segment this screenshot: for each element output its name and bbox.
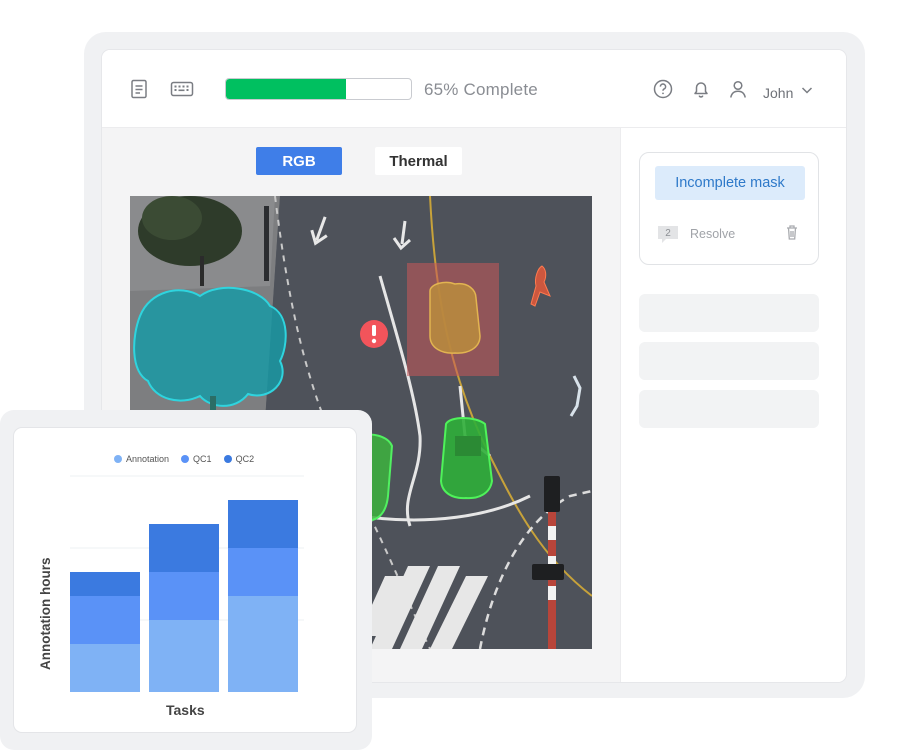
x-axis-label: Tasks	[166, 702, 205, 718]
comment-count-icon: 2	[658, 226, 678, 243]
chart-plot	[70, 475, 304, 692]
bar-segment-qc2	[70, 572, 140, 596]
progress-label: 65% Complete	[424, 80, 538, 99]
bar-segment-qc1	[228, 548, 298, 596]
bell-icon[interactable]	[690, 78, 712, 100]
document-icon[interactable]	[128, 78, 150, 100]
bar-segment-qc1	[149, 572, 219, 620]
placeholder-row	[639, 294, 819, 332]
comment-count: 2	[665, 228, 671, 239]
tab-rgb[interactable]: RGB	[256, 147, 342, 175]
placeholder-row	[639, 390, 819, 428]
comment-card[interactable]: Incomplete mask 2 Resolve	[639, 152, 819, 265]
bar-segment-annotation	[149, 620, 219, 692]
placeholder-row	[639, 342, 819, 380]
bar-segment-qc2	[149, 524, 219, 572]
annotation-hours-chart: Annotation QC1 QC2 Annotation hours Task…	[14, 428, 356, 732]
bar-segment-qc2	[228, 500, 298, 548]
y-axis-label: Annotation hours	[38, 557, 53, 670]
help-icon[interactable]	[652, 78, 674, 100]
comments-panel: Incomplete mask 2 Resolve	[620, 128, 846, 682]
resolve-button[interactable]: Resolve	[690, 227, 735, 241]
top-bar: 65% Complete John	[102, 50, 846, 128]
chevron-down-icon[interactable]	[800, 83, 814, 97]
user-icon[interactable]	[727, 78, 749, 100]
keyboard-icon[interactable]	[170, 78, 194, 100]
issue-tag[interactable]: Incomplete mask	[655, 166, 805, 200]
bar-segment-annotation	[70, 644, 140, 692]
progress-bar	[225, 78, 412, 100]
bar-segment-qc1	[70, 596, 140, 644]
progress-fill	[226, 79, 347, 99]
bar-segment-annotation	[228, 596, 298, 692]
trash-icon[interactable]	[784, 224, 800, 241]
user-name[interactable]: John	[763, 85, 793, 101]
tab-thermal[interactable]: Thermal	[375, 147, 462, 175]
